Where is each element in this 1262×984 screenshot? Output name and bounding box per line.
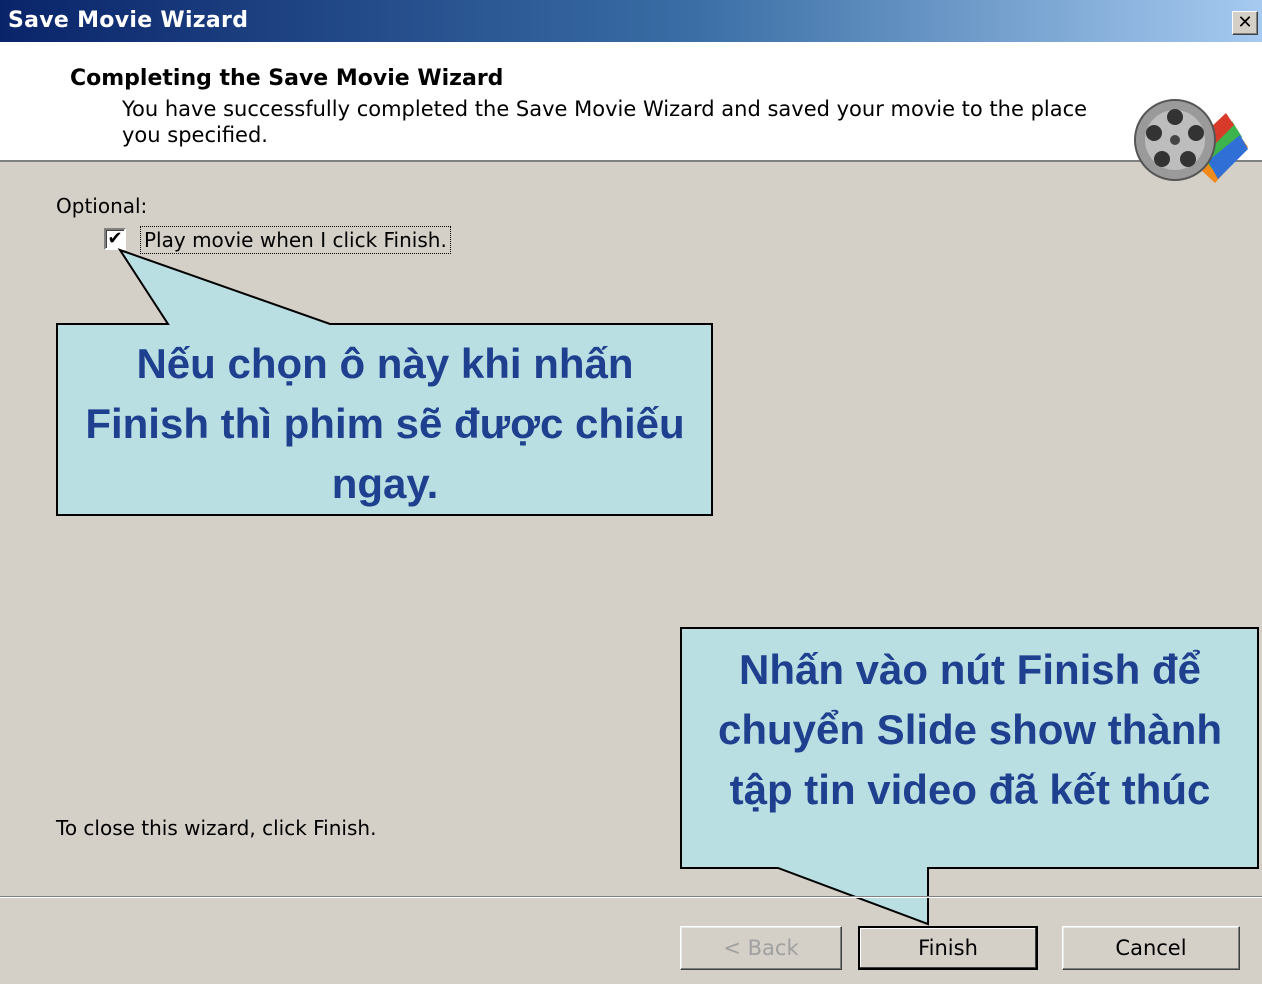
back-button[interactable]: < Back [680,926,842,970]
close-icon: ✕ [1237,12,1253,33]
checkmark-icon: ✔ [107,228,123,249]
header-description: You have successfully completed the Save… [122,97,1088,147]
title-bar: Save Movie Wizard ✕ [0,0,1262,42]
optional-label: Optional: [56,194,148,218]
wizard-header: Completing the Save Movie Wizard You hav… [0,42,1262,183]
cancel-button[interactable]: Cancel [1062,926,1240,970]
window-title: Save Movie Wizard [8,8,249,33]
play-movie-checkbox[interactable]: ✔ [104,228,126,250]
play-movie-label[interactable]: Play movie when I click Finish. [140,226,451,254]
finish-button[interactable]: Finish [858,926,1038,970]
close-hint: To close this wizard, click Finish. [56,816,377,840]
checkbox-callout-text: Nếu chọn ô này khi nhấn Finish thì phim … [85,340,685,507]
movie-reel-icon [1134,99,1248,183]
footer-divider [0,896,1262,898]
header-title: Completing the Save Movie Wizard [70,66,504,91]
finish-callout-text: Nhấn vào nút Finish để chuyển Slide show… [717,646,1223,813]
close-button[interactable]: ✕ [1232,11,1258,35]
